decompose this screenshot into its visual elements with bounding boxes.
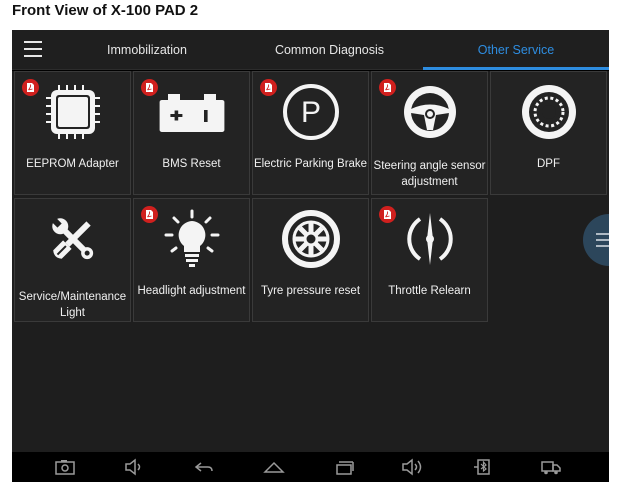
tile-tyre-pressure-reset[interactable]: Tyre pressure reset (252, 198, 369, 322)
pdf-icon[interactable] (141, 206, 158, 223)
wrench-screwdriver-icon (51, 217, 94, 260)
recent-apps-icon[interactable] (333, 458, 355, 476)
tile-label: Tyre pressure reset (260, 285, 361, 297)
vci-connection-icon[interactable] (472, 458, 494, 476)
home-icon[interactable] (263, 458, 285, 476)
truck-icon[interactable] (540, 458, 562, 476)
back-icon[interactable] (193, 458, 215, 476)
hamburger-menu-icon[interactable] (24, 41, 42, 57)
headlight-bulb-icon (164, 209, 220, 267)
steering-wheel-icon (404, 86, 456, 138)
tile-electric-parking-brake[interactable]: P Electric Parking Brake (252, 71, 369, 195)
tab-other-service[interactable]: Other Service (423, 30, 609, 70)
dpf-filter-icon (522, 85, 576, 139)
service-grid: EEPROM Adapter BMS Reset P Electric Park… (12, 71, 609, 452)
parking-brake-icon: P (283, 84, 339, 140)
pdf-icon[interactable] (379, 79, 396, 96)
system-navigation-bar (12, 452, 609, 482)
volume-up-icon[interactable] (401, 458, 423, 476)
tile-throttle-relearn[interactable]: Throttle Relearn (371, 198, 488, 322)
active-tab-indicator (423, 67, 609, 70)
top-tab-bar: Immobilization Common Diagnosis Other Se… (12, 30, 609, 70)
svg-text:P: P (301, 96, 321, 129)
tile-label: Throttle Relearn (388, 285, 471, 297)
tile-eeprom-adapter[interactable]: EEPROM Adapter (14, 71, 131, 195)
volume-down-icon[interactable] (123, 458, 145, 476)
chip-icon (46, 85, 100, 139)
tile-label: Steering angle sensor adjustment (373, 160, 486, 188)
tile-headlight-adjustment[interactable]: Headlight adjustment (133, 198, 250, 322)
tab-immobilization[interactable]: Immobilization (72, 30, 222, 70)
tile-dpf[interactable]: DPF (490, 71, 607, 195)
pdf-icon[interactable] (260, 79, 277, 96)
tile-label: Service/Maintenance Light (18, 291, 127, 319)
tile-label: EEPROM Adapter (26, 158, 119, 170)
throttle-icon (407, 213, 453, 265)
screenshot-icon[interactable] (54, 458, 76, 476)
battery-icon (159, 94, 225, 132)
tile-label: BMS Reset (162, 158, 221, 170)
tablet-screen: Immobilization Common Diagnosis Other Se… (12, 30, 609, 482)
tile-label: Headlight adjustment (137, 285, 246, 297)
tab-common-diagnosis[interactable]: Common Diagnosis (252, 30, 407, 70)
page-caption: Front View of X-100 PAD 2 (12, 2, 199, 19)
tile-label: Electric Parking Brake (253, 158, 368, 170)
pdf-icon[interactable] (22, 79, 39, 96)
tile-bms-reset[interactable]: BMS Reset (133, 71, 250, 195)
pdf-icon[interactable] (379, 206, 396, 223)
tile-service-maintenance-light[interactable]: Service/Maintenance Light (14, 198, 131, 322)
tile-steering-angle-sensor[interactable]: Steering angle sensor adjustment (371, 71, 488, 195)
tyre-icon (282, 210, 340, 268)
tile-label: DPF (537, 158, 560, 170)
